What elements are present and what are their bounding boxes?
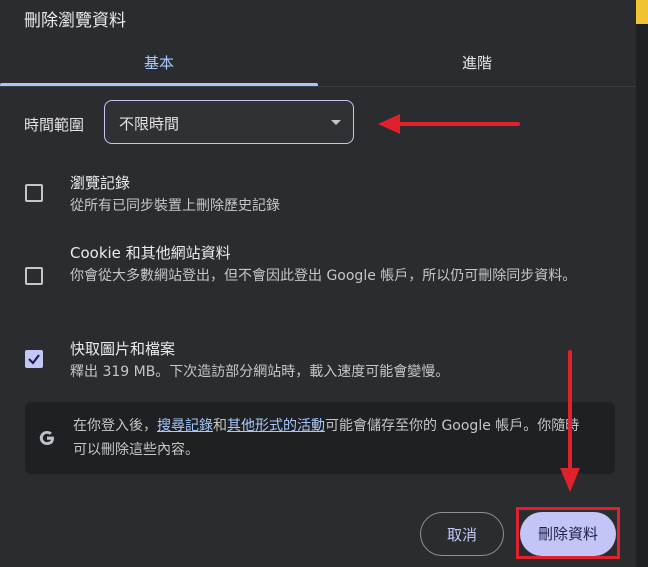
tab-advanced[interactable]: 進階 [318, 40, 636, 86]
cancel-button[interactable]: 取消 [420, 512, 504, 556]
annotation-arrow-down-icon [560, 350, 580, 492]
active-tab-indicator [0, 83, 318, 86]
background-accent [636, 0, 648, 24]
info-text-pre: 在你登入後， [73, 418, 157, 434]
annotation-highlight-box [516, 507, 620, 559]
other-activity-link[interactable]: 其他形式的活動 [227, 418, 325, 434]
tab-basic[interactable]: 基本 [0, 40, 318, 86]
clear-browsing-data-dialog: 刪除瀏覽資料 基本 進階 時間範圍 不限時間 瀏覽記錄 從所有已同步裝置上刪除歷… [0, 0, 636, 567]
dropdown-caret-icon [331, 120, 341, 125]
option-description: 釋出 319 MB。下次造訪部分網站時，載入速度可能會變慢。 [70, 364, 450, 380]
google-g-icon [39, 431, 54, 445]
checkmark-icon [28, 354, 40, 365]
dialog-title: 刪除瀏覽資料 [24, 11, 126, 31]
option-description: 從所有已同步裝置上刪除歷史記錄 [70, 198, 280, 214]
tab-bar: 基本 進階 [0, 40, 636, 87]
time-range-select[interactable]: 不限時間 [104, 100, 354, 144]
option-title: 快取圖片和檔案 [70, 340, 176, 358]
option-title: Cookie 和其他網站資料 [70, 244, 231, 262]
browsing-history-checkbox[interactable] [25, 184, 43, 202]
time-range-value: 不限時間 [119, 115, 180, 133]
search-history-link[interactable]: 搜尋記錄 [157, 418, 213, 434]
info-text: 在你登入後，搜尋記錄和其他形式的活動可能會儲存至你的 Google 帳戶。你隨時… [73, 414, 593, 462]
background-page [636, 0, 648, 567]
annotation-arrow-left-icon [378, 114, 520, 134]
time-range-label: 時間範圍 [24, 116, 85, 134]
option-description: 你會從大多數網站登出，但不會因此登出 Google 帳戶，所以仍可刪除同步資料。 [70, 268, 577, 284]
info-text-mid: 和 [213, 418, 227, 434]
google-account-info: 在你登入後，搜尋記錄和其他形式的活動可能會儲存至你的 Google 帳戶。你隨時… [25, 402, 615, 474]
cookies-checkbox[interactable] [25, 267, 43, 285]
option-title: 瀏覽記錄 [70, 174, 131, 192]
cached-files-checkbox[interactable] [25, 350, 43, 368]
